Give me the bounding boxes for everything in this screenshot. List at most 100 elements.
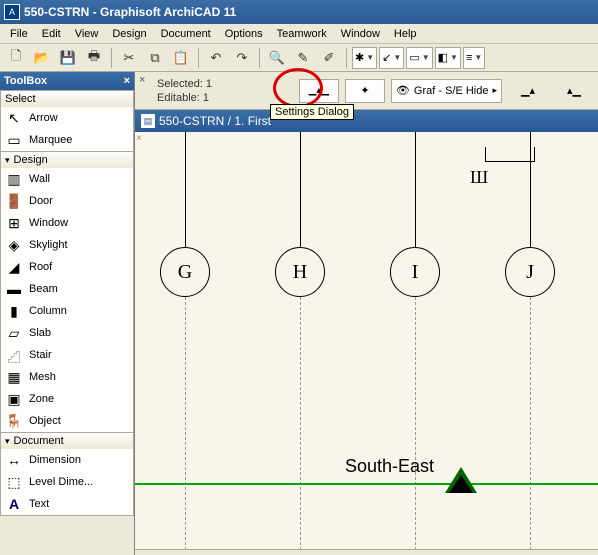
tool-column[interactable]: ▮Column — [1, 300, 133, 322]
save-button[interactable]: 💾 — [56, 47, 80, 69]
copy-button[interactable]: ⧉ — [143, 47, 167, 69]
canvas-close-icon[interactable]: × — [135, 132, 143, 145]
menu-file[interactable]: File — [4, 26, 34, 42]
object-icon: 🪑 — [5, 412, 23, 430]
slab-icon: ▱ — [5, 324, 23, 342]
tool-text[interactable]: A Text — [1, 493, 133, 515]
menu-help[interactable]: Help — [388, 26, 423, 42]
infobar-close-icon[interactable]: × — [139, 74, 151, 86]
column-icon: ▮ — [5, 302, 23, 320]
editable-count: Editable: 1 — [157, 91, 212, 105]
marquee-icon: ▭ — [5, 131, 23, 149]
tool-stair[interactable]: 𓊍Stair — [1, 344, 133, 366]
pen-icon: ≡ — [466, 52, 472, 64]
tool-beam[interactable]: ▬Beam — [1, 278, 133, 300]
grid-bubble-g: G — [160, 247, 210, 297]
tool-wall[interactable]: ▥Wall — [1, 168, 133, 190]
wall-icon: ▥ — [5, 170, 23, 188]
zoom-button[interactable]: 🔍 — [265, 47, 289, 69]
tool-object[interactable]: 🪑Object — [1, 410, 133, 432]
inject-button[interactable]: ✐ — [317, 47, 341, 69]
undo-button[interactable]: ↶ — [204, 47, 228, 69]
redo-button[interactable]: ↷ — [230, 47, 254, 69]
close-icon[interactable]: × — [124, 75, 130, 87]
text-icon: A — [5, 495, 23, 513]
window-title: 550-CSTRN - Graphisoft ArchiCAD 11 — [24, 5, 236, 19]
menu-view[interactable]: View — [69, 26, 105, 42]
section-line[interactable] — [135, 483, 598, 485]
menu-document[interactable]: Document — [155, 26, 217, 42]
chevron-down-icon: ▼ — [474, 53, 482, 62]
section-marker-icon[interactable] — [445, 467, 477, 493]
window-icon: ⊞ — [5, 214, 23, 232]
separator — [198, 48, 199, 68]
snap-dropdown[interactable]: ✱▼ — [352, 47, 377, 69]
tool-label: Arrow — [29, 112, 58, 124]
tool-level-dimension[interactable]: ⬚Level Dime... — [1, 471, 133, 493]
menu-options[interactable]: Options — [219, 26, 269, 42]
tool-mesh[interactable]: ▦Mesh — [1, 366, 133, 388]
paste-button[interactable]: 📋 — [169, 47, 193, 69]
section-design-header[interactable]: ▾Design — [1, 151, 133, 168]
dimension-icon: ↔ — [5, 451, 23, 469]
menu-design[interactable]: Design — [106, 26, 152, 42]
chevron-down-icon: ▼ — [422, 53, 430, 62]
geometry-a-button[interactable]: ▁▴ — [508, 79, 548, 103]
new-button[interactable]: 🗋 — [4, 47, 28, 69]
eyedropper-button[interactable]: ✎ — [291, 47, 315, 69]
trace-icon: ▭ — [409, 51, 419, 64]
pen-dropdown[interactable]: ≡▼ — [463, 47, 485, 69]
menu-teamwork[interactable]: Teamwork — [271, 26, 333, 42]
grid-stub — [185, 132, 186, 252]
drawing-canvas[interactable]: × G H I J Ш South-East — [135, 132, 598, 555]
geom-b-icon: ▴▁ — [567, 84, 581, 97]
grid-stub — [415, 132, 416, 252]
cut-button[interactable]: ✂ — [117, 47, 141, 69]
section-select-header[interactable]: Select — [1, 90, 133, 107]
tool-label: Zone — [29, 393, 54, 405]
document-tab[interactable]: ▤ 550-CSTRN / 1. First — [135, 110, 598, 132]
print-button[interactable]: 🖶 — [82, 47, 106, 69]
layer-dropdown[interactable]: ◧▼ — [435, 47, 461, 69]
cursor-icon: ↖ — [5, 109, 23, 127]
tool-marquee[interactable]: ▭ Marquee — [1, 129, 133, 151]
settings-dialog-tooltip: Settings Dialog — [270, 104, 354, 120]
chevron-down-icon: ▼ — [450, 53, 458, 62]
visibility-dropdown[interactable]: 👁 Graf - S/E Hide ▸ — [391, 79, 502, 103]
settings-dialog-button[interactable]: ▁▴▁ — [299, 79, 339, 103]
mesh-icon: ▦ — [5, 368, 23, 386]
trace-dropdown[interactable]: ▭▼ — [406, 47, 432, 69]
tool-slab[interactable]: ▱Slab — [1, 322, 133, 344]
layer-icon: ◧ — [438, 51, 448, 64]
tool-window[interactable]: ⊞Window — [1, 212, 133, 234]
geometry-b-button[interactable]: ▴▁ — [554, 79, 594, 103]
zone-icon: ▣ — [5, 390, 23, 408]
tool-zone[interactable]: ▣ Zone — [1, 388, 133, 410]
tool-door[interactable]: 🚪Door — [1, 190, 133, 212]
section-select-label: Select — [5, 93, 36, 105]
tool-label: Text — [29, 498, 49, 510]
tool-dimension[interactable]: ↔Dimension — [1, 449, 133, 471]
open-button[interactable]: 📂 — [30, 47, 54, 69]
toolbox-panel: ToolBox × Select ↖Arrow ▭Marquee ▾Design… — [0, 72, 135, 555]
section-document-header[interactable]: ▾Document — [1, 432, 133, 449]
chevron-right-icon: ▸ — [492, 85, 497, 96]
tool-label: Door — [29, 195, 53, 207]
tool-roof[interactable]: ◢Roof — [1, 256, 133, 278]
separator — [259, 48, 260, 68]
tool-arrow[interactable]: ↖ Arrow — [1, 107, 133, 129]
guide-dropdown[interactable]: ↙▼ — [379, 47, 404, 69]
app-icon: A — [4, 4, 20, 20]
tool-label: Stair — [29, 349, 52, 361]
tool-skylight[interactable]: ◈Skylight — [1, 234, 133, 256]
tool-label: Skylight — [29, 239, 68, 251]
title-bar: A 550-CSTRN - Graphisoft ArchiCAD 11 — [0, 0, 598, 24]
tool-label: Marquee — [29, 134, 72, 146]
chevron-down-icon: ▼ — [393, 53, 401, 62]
document-tab-label: 550-CSTRN / 1. First — [159, 114, 271, 128]
info-bar: × Selected: 1 Editable: 1 ▁▴▁ ✦ 👁 Graf -… — [135, 72, 598, 110]
menu-edit[interactable]: Edit — [36, 26, 67, 42]
menu-window[interactable]: Window — [335, 26, 386, 42]
section-label: South-East — [345, 456, 434, 477]
wand-button[interactable]: ✦ — [345, 79, 385, 103]
